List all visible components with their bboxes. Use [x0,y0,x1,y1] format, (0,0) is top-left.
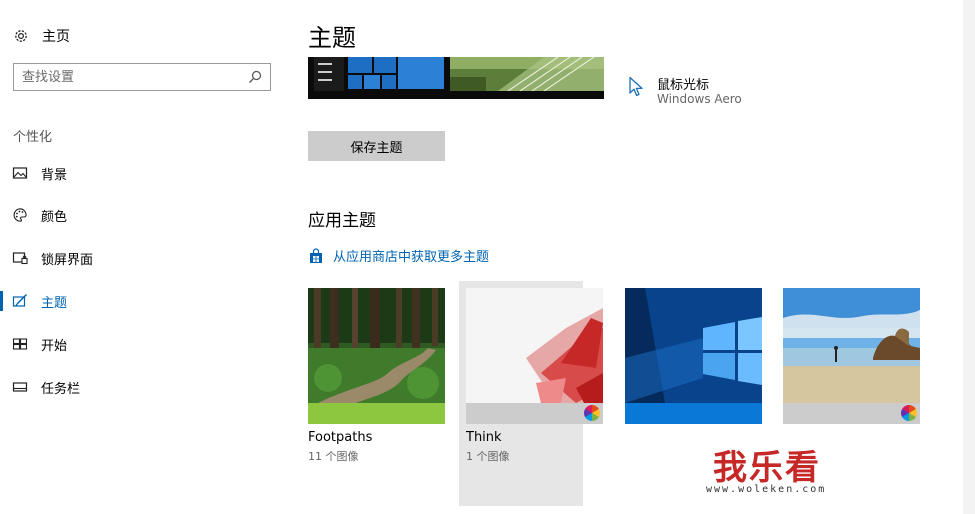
sidebar-item-label: 主题 [41,295,68,311]
sidebar-item-themes[interactable]: 主题 [0,290,67,312]
theme-brush-icon [12,294,27,307]
window-edge [963,0,975,514]
theme-color-strip [783,403,920,424]
sidebar-item-start[interactable]: 开始 [0,333,67,355]
watermark-logo: 我乐看 [713,448,821,488]
abstract-red-image [466,288,603,403]
theme-thumbnail [466,288,603,403]
store-link-label: 从应用商店中获取更多主题 [333,250,490,265]
sidebar-item-label: 颜色 [41,209,68,225]
theme-color-strip [466,403,603,424]
beach-image [783,288,920,403]
page-title: 主题 [308,24,356,52]
theme-name: Think [466,430,502,445]
store-bag-icon [310,247,322,263]
mouse-cursor-icon [629,76,643,97]
watermark-url: www.woleken.com [706,484,827,495]
palette-icon [13,208,27,222]
sidebar-item-colors[interactable]: 颜色 [0,204,67,226]
search-input[interactable] [14,68,248,86]
mouse-cursor-value: Windows Aero [657,92,742,106]
theme-tile-windows[interactable] [625,288,762,430]
theme-preview-image [308,57,604,99]
settings-sidebar: 主页 个性化 背景 颜色 锁屏界面 [0,0,290,514]
home-label: 主页 [42,29,70,45]
theme-image-count: 11 个图像 [308,450,359,463]
theme-thumbnail [625,288,762,403]
sidebar-item-background[interactable]: 背景 [0,162,67,184]
home-nav-item[interactable]: 主页 [13,25,70,47]
mouse-cursor-link[interactable]: 鼠标光标 [657,74,709,93]
search-box [13,63,271,91]
windows-logo-wallpaper [625,288,762,403]
theme-tile-think[interactable]: Think 1 个图像 [466,288,603,464]
multicolor-badge-icon [584,405,600,421]
theme-thumbnail [783,288,920,403]
theme-color-strip [308,403,445,424]
theme-image-count: 1 个图像 [466,450,510,463]
active-indicator [0,291,3,311]
sidebar-item-lock-screen[interactable]: 锁屏界面 [0,247,93,269]
theme-color-strip [625,403,762,424]
theme-preview-graphic [308,57,604,99]
taskbar-icon [12,382,28,392]
gear-icon [15,30,27,42]
section-title: 个性化 [13,130,53,145]
forest-path-image [308,288,445,403]
save-theme-button[interactable]: 保存主题 [308,131,445,161]
search-icon[interactable] [248,70,262,84]
theme-tile-footpaths[interactable]: Footpaths 11 个图像 [308,288,445,464]
apply-theme-heading: 应用主题 [308,211,376,231]
sidebar-item-label: 锁屏界面 [41,252,94,268]
start-grid-icon [12,338,28,350]
theme-thumbnail [308,288,445,403]
sidebar-item-label: 开始 [41,338,68,354]
multicolor-badge-icon [901,405,917,421]
sidebar-item-taskbar[interactable]: 任务栏 [0,376,80,398]
picture-icon [12,167,28,179]
theme-name: Footpaths [308,430,373,445]
lock-screen-icon [12,252,28,265]
theme-tile-beach[interactable] [783,288,920,430]
sidebar-item-label: 背景 [41,167,68,183]
store-link[interactable]: 从应用商店中获取更多主题 [308,246,489,265]
sidebar-item-label: 任务栏 [41,381,81,397]
